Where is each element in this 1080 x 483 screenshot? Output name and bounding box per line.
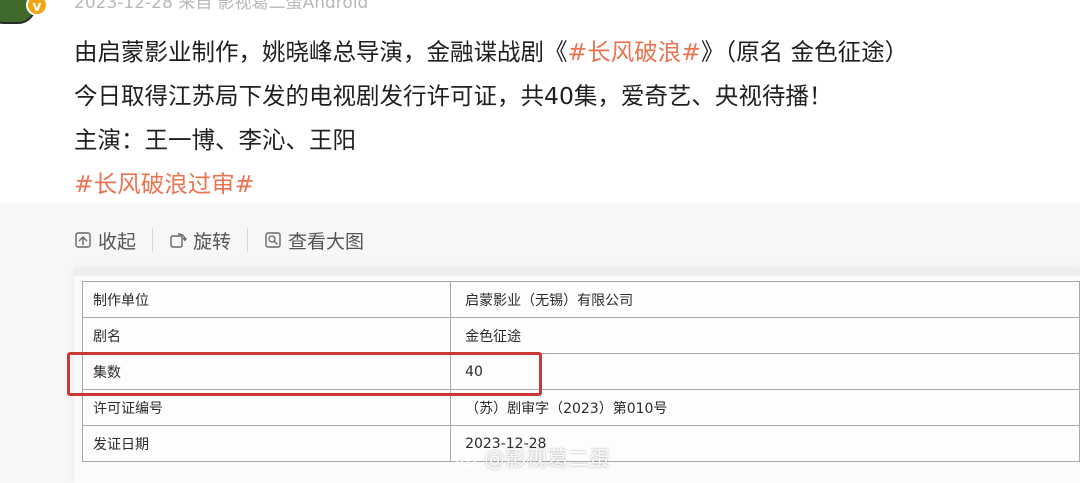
permit-field-label: 集数 bbox=[81, 353, 452, 390]
post-meta-row: v 2023-12-28 来自 影视葛二蛋Android bbox=[0, 0, 1080, 24]
rotate-icon bbox=[170, 233, 188, 248]
image-preview-panel: 收起 旋转 查看大图 制作单位 启蒙影业（无锡）有限公司 剧名 金色征途 集数 40 许可证… bbox=[0, 203, 1080, 483]
weibo-logo-icon bbox=[456, 450, 479, 468]
watermark: @影视葛二蛋 bbox=[456, 443, 610, 473]
post-line-2: 今日取得江苏局下发的电视剧发行许可证，共40集，爱奇艺、央视待播！ bbox=[74, 82, 833, 110]
toolbar-divider bbox=[247, 228, 249, 252]
post-line-3: 主演：王一博、李沁、王阳 bbox=[74, 126, 356, 154]
image-top-edge bbox=[74, 268, 1080, 276]
post-line-1: 由启蒙影业制作，姚晓峰总导演，金融谍战剧《#长风破浪#》（原名 金色征途） bbox=[74, 30, 1064, 74]
post-body: 由启蒙影业制作，姚晓峰总导演，金融谍战剧《#长风破浪#》（原名 金色征途） 今日… bbox=[74, 30, 1064, 206]
permit-field-label: 剧名 bbox=[81, 317, 452, 354]
permit-field-label: 制作单位 bbox=[81, 281, 452, 318]
permit-field-label: 发证日期 bbox=[81, 425, 452, 462]
permit-table-row: 集数 40 bbox=[81, 353, 1080, 390]
permit-field-value: （苏）剧审字（2023）第010号 bbox=[450, 389, 1080, 426]
image-toolbar: 收起 旋转 查看大图 bbox=[74, 225, 364, 255]
toolbar-divider bbox=[152, 228, 154, 252]
topic-link-approved[interactable]: #长风破浪过审# bbox=[74, 162, 1064, 206]
collapse-label: 收起 bbox=[98, 230, 137, 253]
permit-field-value: 金色征途 bbox=[450, 317, 1080, 354]
post-timestamp-source: 2023-12-28 来自 影视葛二蛋Android bbox=[74, 0, 369, 13]
permit-table: 制作单位 启蒙影业（无锡）有限公司 剧名 金色征途 集数 40 许可证编号 （苏）剧审字（20… bbox=[81, 281, 1080, 462]
rotate-label: 旋转 bbox=[193, 230, 232, 253]
view-large-label: 查看大图 bbox=[288, 230, 365, 253]
permit-field-value: 40 bbox=[450, 353, 1080, 390]
view-large-button[interactable]: 查看大图 bbox=[264, 227, 364, 254]
permit-table-row: 制作单位 启蒙影业（无锡）有限公司 bbox=[81, 281, 1080, 318]
post-line-1-suffix: 》（原名 金色征途） bbox=[700, 38, 909, 66]
permit-field-value: 启蒙影业（无锡）有限公司 bbox=[450, 281, 1080, 318]
post-line-1-prefix: 由启蒙影业制作，姚晓峰总导演，金融谍战剧《 bbox=[74, 38, 568, 66]
rotate-button[interactable]: 旋转 bbox=[169, 227, 231, 254]
topic-link-changfeng[interactable]: #长风破浪# bbox=[568, 38, 701, 66]
permit-field-label: 许可证编号 bbox=[81, 389, 452, 426]
watermark-text: @影视葛二蛋 bbox=[484, 447, 610, 471]
view-large-icon bbox=[265, 232, 281, 248]
permit-table-row: 剧名 金色征途 bbox=[81, 317, 1080, 354]
collapse-button[interactable]: 收起 bbox=[74, 227, 136, 254]
permit-table-row: 许可证编号 （苏）剧审字（2023）第010号 bbox=[81, 389, 1080, 426]
verified-badge-icon: v bbox=[26, 0, 48, 16]
collapse-icon bbox=[75, 232, 91, 248]
